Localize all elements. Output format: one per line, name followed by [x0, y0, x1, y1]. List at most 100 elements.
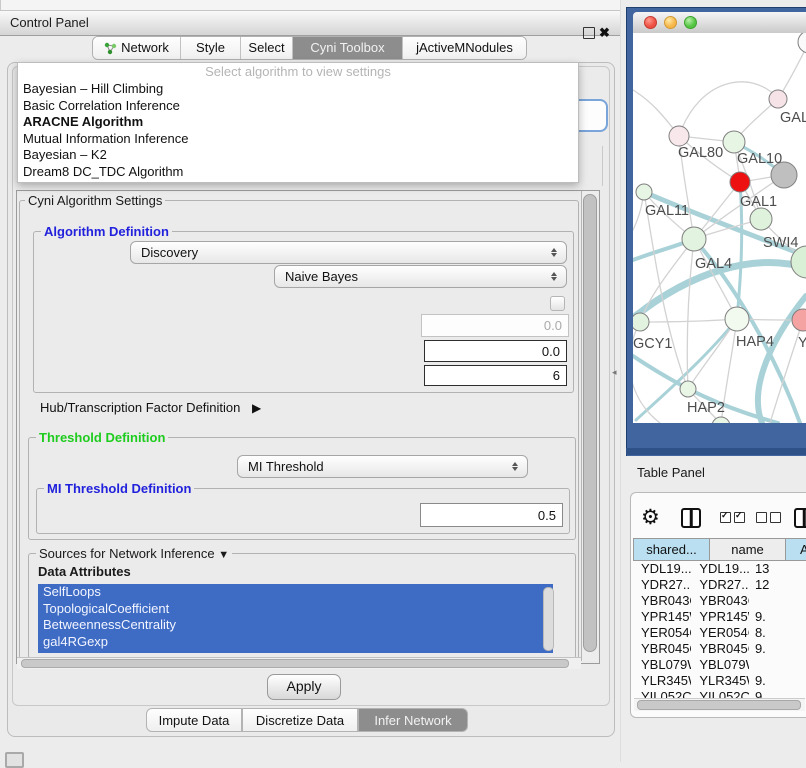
table-column-header[interactable]: name: [710, 538, 786, 561]
attribute-list-item[interactable]: gal4RGexp: [38, 634, 553, 651]
splitter-collapse-icon[interactable]: ◂: [612, 367, 617, 378]
table-cell: YDL19...: [691, 561, 749, 577]
network-node[interactable]: [723, 131, 745, 153]
table-cell: YIL052C: [633, 689, 691, 698]
node-label: HAP2: [687, 400, 725, 416]
node-label: GAL11: [645, 203, 689, 219]
mi-algorithm-type-combo[interactable]: Naive Bayes: [274, 265, 567, 288]
kernel-width-field[interactable]: [421, 314, 569, 337]
control-panel-tabs: Network Style Select Cyni Toolbox jActiv…: [92, 36, 527, 60]
horizontal-scrollbar-thumb[interactable]: [21, 659, 569, 668]
tab-impute-data[interactable]: Impute Data: [146, 708, 242, 732]
mi-algorithm-type-value: Naive Bayes: [285, 269, 358, 284]
expander-right-icon: ▶: [252, 401, 261, 415]
network-node[interactable]: [669, 126, 689, 146]
tab-jactivemnodules[interactable]: jActiveMNodules: [403, 37, 526, 59]
tab-jactivemnodules-label: jActiveMNodules: [416, 37, 513, 59]
network-node[interactable]: [682, 227, 706, 251]
network-node[interactable]: [769, 90, 787, 108]
table-row[interactable]: YER054CYER054C8.: [633, 625, 806, 641]
table-cell: [749, 657, 806, 673]
columns-icon[interactable]: [681, 508, 701, 528]
table-row[interactable]: YDR27...YDR27...12: [633, 577, 806, 593]
collapsed-panel-fragment[interactable]: [5, 752, 24, 768]
tab-style[interactable]: Style: [181, 37, 241, 59]
obscured-border-fragment: [602, 146, 603, 186]
node-label: GAL4: [695, 256, 732, 272]
table-row[interactable]: YIL052CYIL052C9: [633, 689, 806, 698]
table-cell: YPR145W: [633, 609, 691, 625]
tab-discretize-data[interactable]: Discretize Data: [242, 708, 358, 732]
network-node[interactable]: [680, 381, 696, 397]
table-cell: YBL079W: [691, 657, 749, 673]
minimize-button[interactable]: [664, 16, 677, 29]
mi-steps-field[interactable]: [424, 365, 567, 386]
aracne-mode-combo[interactable]: Discovery: [130, 241, 567, 264]
hub-factor-expander[interactable]: Hub/Transcription Factor Definition ▶: [40, 400, 261, 415]
algorithm-option[interactable]: Bayesian – Hill Climbing: [18, 81, 578, 98]
zoom-button[interactable]: [684, 16, 697, 29]
network-edge[interactable]: [640, 319, 737, 322]
tab-network[interactable]: Network: [93, 37, 181, 59]
table-row[interactable]: YPR145WYPR145W9.: [633, 609, 806, 625]
mi-threshold-legend: MI Threshold Definition: [44, 481, 194, 496]
table-row[interactable]: YBR043CYBR043C: [633, 593, 806, 609]
network-edge[interactable]: [679, 82, 778, 136]
control-panel-title: Control Panel: [10, 11, 89, 35]
control-panel-titlebar[interactable]: Control Panel ✖: [0, 10, 620, 36]
network-node[interactable]: [636, 184, 652, 200]
table-row[interactable]: YLR345WYLR345W9.: [633, 673, 806, 689]
table-toolbar-icon-partial[interactable]: [794, 508, 806, 528]
table-row[interactable]: YDL19...YDL19...13: [633, 561, 806, 577]
close-button[interactable]: [644, 16, 657, 29]
table-column-header[interactable]: shared...: [633, 538, 710, 561]
select-all-checkboxes-icon[interactable]: [720, 512, 745, 523]
network-icon: [104, 42, 117, 55]
tab-infer-network[interactable]: Infer Network: [358, 708, 468, 732]
which-threshold-combo[interactable]: MI Threshold: [237, 455, 528, 478]
settings-scrollbar-thumb[interactable]: [583, 194, 597, 652]
table-cell: 13: [749, 561, 806, 577]
network-node[interactable]: [725, 307, 749, 331]
float-window-icon[interactable]: [583, 27, 595, 39]
table-cell: YDR27...: [633, 577, 691, 593]
attribute-list-item[interactable]: BetweennessCentrality: [38, 617, 553, 634]
network-graph: GALGAL80GAL10GAL1GAL11SWI4GAL4GCY1HAP4YH…: [633, 33, 806, 423]
network-node[interactable]: [730, 172, 750, 192]
sources-legend[interactable]: Sources for Network Inference ▼: [36, 546, 232, 561]
algorithm-option[interactable]: Dream8 DC_TDC Algorithm: [18, 164, 578, 181]
table-row[interactable]: YBL079WYBL079W: [633, 657, 806, 673]
network-node[interactable]: [633, 313, 649, 331]
network-node[interactable]: [750, 208, 772, 230]
unchecked-box-icon: [770, 512, 781, 523]
algorithm-option[interactable]: Mutual Information Inference: [18, 131, 578, 148]
manual-kernel-checkbox[interactable]: [550, 296, 565, 311]
attribute-list-item[interactable]: TopologicalCoefficient: [38, 601, 553, 618]
table-row[interactable]: YBR045CYBR045C9.: [633, 641, 806, 657]
algorithm-option[interactable]: Bayesian – K2: [18, 147, 578, 164]
mi-threshold-field[interactable]: [420, 503, 563, 527]
tab-select[interactable]: Select: [241, 37, 293, 59]
table-column-header[interactable]: A: [786, 538, 806, 561]
algorithm-option[interactable]: ARACNE Algorithm: [18, 114, 578, 131]
close-icon[interactable]: ✖: [599, 21, 610, 45]
network-canvas[interactable]: GALGAL80GAL10GAL1GAL11SWI4GAL4GCY1HAP4YH…: [633, 33, 806, 423]
apply-button[interactable]: Apply: [267, 674, 341, 700]
tab-cyni-toolbox-label: Cyni Toolbox: [310, 37, 384, 59]
network-window-titlebar[interactable]: [633, 12, 806, 34]
node-label: Y: [798, 335, 806, 351]
deselect-all-checkboxes-icon[interactable]: [756, 512, 781, 523]
attribute-list-item[interactable]: SelfLoops: [38, 584, 553, 601]
dpi-tolerance-field[interactable]: [424, 340, 567, 362]
table-cell: YBR043C: [691, 593, 749, 609]
gear-icon[interactable]: ⚙: [641, 505, 660, 530]
table-hscrollbar-thumb[interactable]: [637, 700, 801, 710]
attributes-scrollbar-thumb[interactable]: [543, 587, 554, 651]
table-cell: 9.: [749, 641, 806, 657]
network-edge[interactable]: [688, 319, 737, 389]
network-node[interactable]: [798, 33, 806, 53]
algorithm-option[interactable]: Basic Correlation Inference: [18, 98, 578, 115]
aracne-mode-value: Discovery: [141, 245, 198, 260]
tab-cyni-toolbox[interactable]: Cyni Toolbox: [293, 37, 403, 59]
network-edge[interactable]: [644, 192, 688, 389]
